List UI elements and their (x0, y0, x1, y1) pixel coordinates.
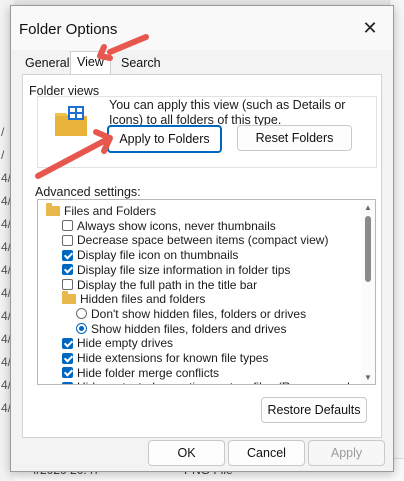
cancel-button[interactable]: Cancel (228, 440, 305, 466)
folder-icon (62, 291, 76, 305)
folder-options-dialog: Folder Options ✕ General View Search Fol… (10, 5, 394, 472)
reset-folders-button[interactable]: Reset Folders (237, 125, 352, 151)
option-label: Files and Folders (64, 204, 157, 218)
settings-option-row[interactable]: Don't show hidden files, folders or driv… (76, 306, 306, 322)
settings-option-row[interactable]: Display file icon on thumbnails (62, 247, 238, 263)
settings-option-row[interactable]: Hide extensions for known file types (62, 350, 268, 366)
settings-group-row: Hidden files and folders (62, 291, 205, 307)
option-label: Show hidden files, folders and drives (91, 321, 287, 336)
settings-option-row[interactable]: Display file size information in folder … (62, 262, 290, 278)
option-label: Don't show hidden files, folders or driv… (91, 306, 307, 321)
explorer-row-stub: / (1, 148, 5, 162)
settings-option-row[interactable]: Hide empty drives (62, 335, 173, 351)
option-label: Decrease space between items (compact vi… (77, 233, 329, 248)
radio-selected[interactable] (76, 323, 87, 335)
apply-button[interactable]: Apply (308, 440, 385, 466)
apply-to-folders-button[interactable]: Apply to Folders (107, 125, 222, 153)
settings-option-row[interactable]: Display the full path in the title bar (62, 277, 257, 293)
settings-option-row[interactable]: Hide protected operating system files (R… (62, 379, 367, 384)
option-label: Hide folder merge conflicts (77, 365, 220, 380)
tab-search[interactable]: Search (115, 54, 167, 72)
checkbox-unchecked[interactable] (62, 279, 73, 290)
advanced-settings-list[interactable]: Files and Folders Always show icons, neve… (37, 199, 376, 385)
option-label: Display the full path in the title bar (77, 277, 258, 292)
settings-option-row[interactable]: Hide folder merge conflicts (62, 365, 219, 381)
checkbox-checked[interactable] (62, 352, 73, 364)
option-label: Always show icons, never thumbnails (77, 218, 276, 233)
settings-option-row[interactable]: Always show icons, never thumbnails (62, 218, 276, 234)
scroll-up-icon[interactable]: ▲ (361, 200, 375, 214)
checkbox-checked[interactable] (62, 337, 73, 349)
checkbox-unchecked[interactable] (62, 220, 73, 232)
folder-icon (46, 203, 60, 216)
folder-views-description: You can apply this view (such as Details… (109, 98, 346, 127)
option-label: Display file icon on thumbnails (77, 248, 239, 263)
option-label: Hide extensions for known file types (77, 351, 269, 365)
tab-view[interactable]: View (70, 51, 111, 74)
settings-group-row: Files and Folders (46, 203, 156, 219)
close-icon[interactable]: ✕ (347, 6, 393, 50)
checkbox-checked[interactable] (62, 264, 73, 276)
folder-view-icon (55, 106, 87, 136)
explorer-row-stub: / (1, 125, 5, 139)
ok-button[interactable]: OK (148, 440, 225, 466)
settings-option-row[interactable]: Show hidden files, folders and drives (76, 321, 286, 337)
advanced-settings-scrollbar[interactable]: ▲ ▼ (361, 200, 375, 384)
option-label: Display file size information in folder … (77, 262, 291, 277)
scroll-down-icon[interactable]: ▼ (361, 370, 375, 384)
settings-option-row[interactable]: Decrease space between items (compact vi… (62, 232, 328, 248)
radio-unselected[interactable] (76, 308, 87, 320)
restore-defaults-button[interactable]: Restore Defaults (261, 397, 367, 423)
checkbox-checked[interactable] (62, 249, 73, 261)
option-label: Hidden files and folders (80, 292, 206, 307)
scrollbar-thumb[interactable] (365, 216, 371, 282)
checkbox-checked[interactable] (62, 367, 73, 379)
option-label: Hide protected operating system files (R… (77, 379, 367, 384)
tab-general[interactable]: General (19, 54, 75, 72)
title-bar: Folder Options ✕ (11, 6, 393, 50)
checkbox-checked[interactable] (62, 381, 73, 384)
advanced-settings-label: Advanced settings: (35, 185, 141, 199)
checkbox-unchecked[interactable] (62, 234, 73, 246)
dialog-title: Folder Options (19, 21, 118, 38)
option-label: Hide empty drives (77, 336, 174, 351)
